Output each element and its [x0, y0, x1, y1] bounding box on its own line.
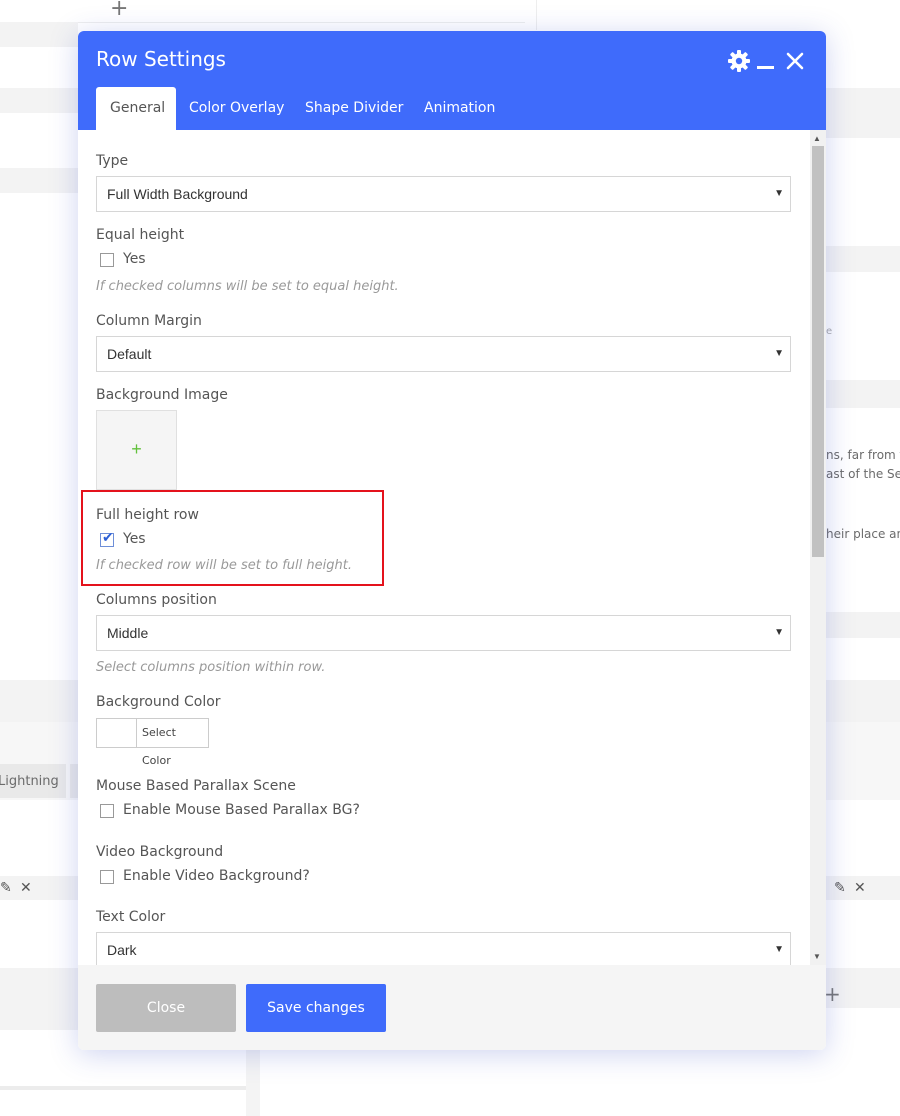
- background-image-label: Background Image: [96, 387, 228, 403]
- bg-snippet: ast of the Ser: [826, 467, 900, 481]
- full-height-option-label: Yes: [123, 531, 146, 547]
- bg-band: [826, 680, 900, 722]
- chevron-down-icon: ▼: [774, 944, 784, 955]
- mouse-parallax-option-label: Enable Mouse Based Parallax BG?: [123, 802, 360, 818]
- full-height-label: Full height row: [96, 507, 199, 523]
- color-swatch: [97, 719, 137, 747]
- bg-band: [0, 968, 78, 1030]
- bg-divider: [0, 1086, 248, 1090]
- type-select-value: Full Width Background: [107, 186, 248, 202]
- chevron-down-icon: ▼: [774, 627, 784, 638]
- bg-band: [0, 680, 78, 722]
- modal-header: Row Settings General Color Overlay Shape…: [78, 31, 826, 130]
- columns-position-help: Select columns position within row.: [96, 660, 326, 675]
- equal-height-label: Equal height: [96, 227, 185, 243]
- bg-edit-icon[interactable]: ✎: [834, 880, 846, 896]
- bg-snippet: ns, far from t: [826, 448, 900, 462]
- close-button[interactable]: Close: [96, 984, 236, 1032]
- tab-animation[interactable]: Animation: [410, 87, 509, 130]
- text-color-label: Text Color: [96, 909, 166, 925]
- full-height-checkbox[interactable]: ✔: [100, 530, 114, 547]
- video-background-checkbox[interactable]: [100, 870, 114, 884]
- bg-panel: [826, 722, 900, 800]
- bg-close-icon[interactable]: ✕: [854, 880, 866, 896]
- text-color-value: Dark: [107, 942, 137, 958]
- columns-position-value: Middle: [107, 625, 149, 641]
- modal-body: Type Full Width Background ▼ Equal heigh…: [78, 130, 826, 965]
- background-color-label: Background Color: [96, 694, 221, 710]
- bg-tab: [70, 764, 78, 798]
- type-label: Type: [96, 153, 129, 169]
- bg-band: [826, 380, 900, 408]
- bg-add-icon[interactable]: +: [110, 0, 128, 21]
- equal-height-option-label: Yes: [123, 251, 146, 267]
- bg-snippet: e: [826, 326, 833, 337]
- bg-band: [826, 612, 900, 638]
- add-image-icon: +: [131, 439, 142, 459]
- minimize-icon[interactable]: [757, 66, 774, 69]
- mouse-parallax-label: Mouse Based Parallax Scene: [96, 778, 296, 794]
- column-margin-select[interactable]: Default ▼: [96, 336, 791, 372]
- bg-close-icon[interactable]: ✕: [20, 880, 32, 896]
- save-changes-button[interactable]: Save changes: [246, 984, 386, 1032]
- select-color-button[interactable]: Select Color: [96, 718, 209, 767]
- bg-divider: [536, 0, 537, 30]
- bg-tab-lightning-label: Lightning: [0, 774, 59, 789]
- tab-shape-divider[interactable]: Shape Divider: [291, 87, 417, 130]
- columns-position-label: Columns position: [96, 592, 217, 608]
- chevron-down-icon: ▼: [774, 188, 784, 199]
- equal-height-help: If checked columns will be set to equal …: [96, 279, 399, 294]
- bg-snippet: heir place and: [826, 527, 900, 541]
- bg-band: [826, 88, 900, 138]
- bg-divider: [246, 1050, 260, 1116]
- bg-block: [0, 0, 525, 23]
- bg-band: [0, 22, 78, 47]
- select-color-label: Select Color: [142, 726, 176, 767]
- gear-icon[interactable]: [728, 50, 750, 72]
- tab-color-overlay[interactable]: Color Overlay: [175, 87, 298, 130]
- video-background-option-label: Enable Video Background?: [123, 868, 310, 884]
- scroll-up-icon[interactable]: ▲: [813, 134, 821, 143]
- checkmark-icon: ✔: [102, 530, 114, 546]
- bg-band: [0, 88, 78, 113]
- scrollbar-thumb[interactable]: [812, 146, 824, 557]
- scroll-down-icon[interactable]: ▼: [813, 952, 821, 961]
- columns-position-select[interactable]: Middle ▼: [96, 615, 791, 651]
- column-margin-value: Default: [107, 346, 152, 362]
- close-icon[interactable]: [786, 52, 804, 70]
- bg-band: [826, 246, 900, 272]
- background-image-upload[interactable]: +: [96, 410, 177, 490]
- type-select[interactable]: Full Width Background ▼: [96, 176, 791, 212]
- bg-band: [0, 168, 78, 193]
- full-height-help: If checked row will be set to full heigh…: [96, 558, 352, 573]
- bg-edit-icon[interactable]: ✎: [0, 880, 12, 896]
- modal-footer: Close Save changes: [78, 965, 826, 1050]
- video-background-label: Video Background: [96, 844, 224, 860]
- row-settings-modal: Row Settings General Color Overlay Shape…: [78, 31, 826, 1050]
- modal-title: Row Settings: [96, 47, 226, 71]
- text-color-select[interactable]: Dark ▼: [96, 932, 791, 965]
- bg-add-icon[interactable]: +: [824, 982, 841, 1006]
- modal-scrollbar[interactable]: ▲ ▼: [810, 130, 826, 965]
- chevron-down-icon: ▼: [774, 348, 784, 359]
- mouse-parallax-checkbox[interactable]: [100, 804, 114, 818]
- column-margin-label: Column Margin: [96, 313, 202, 329]
- tab-general[interactable]: General: [96, 87, 176, 130]
- equal-height-checkbox[interactable]: [100, 253, 114, 267]
